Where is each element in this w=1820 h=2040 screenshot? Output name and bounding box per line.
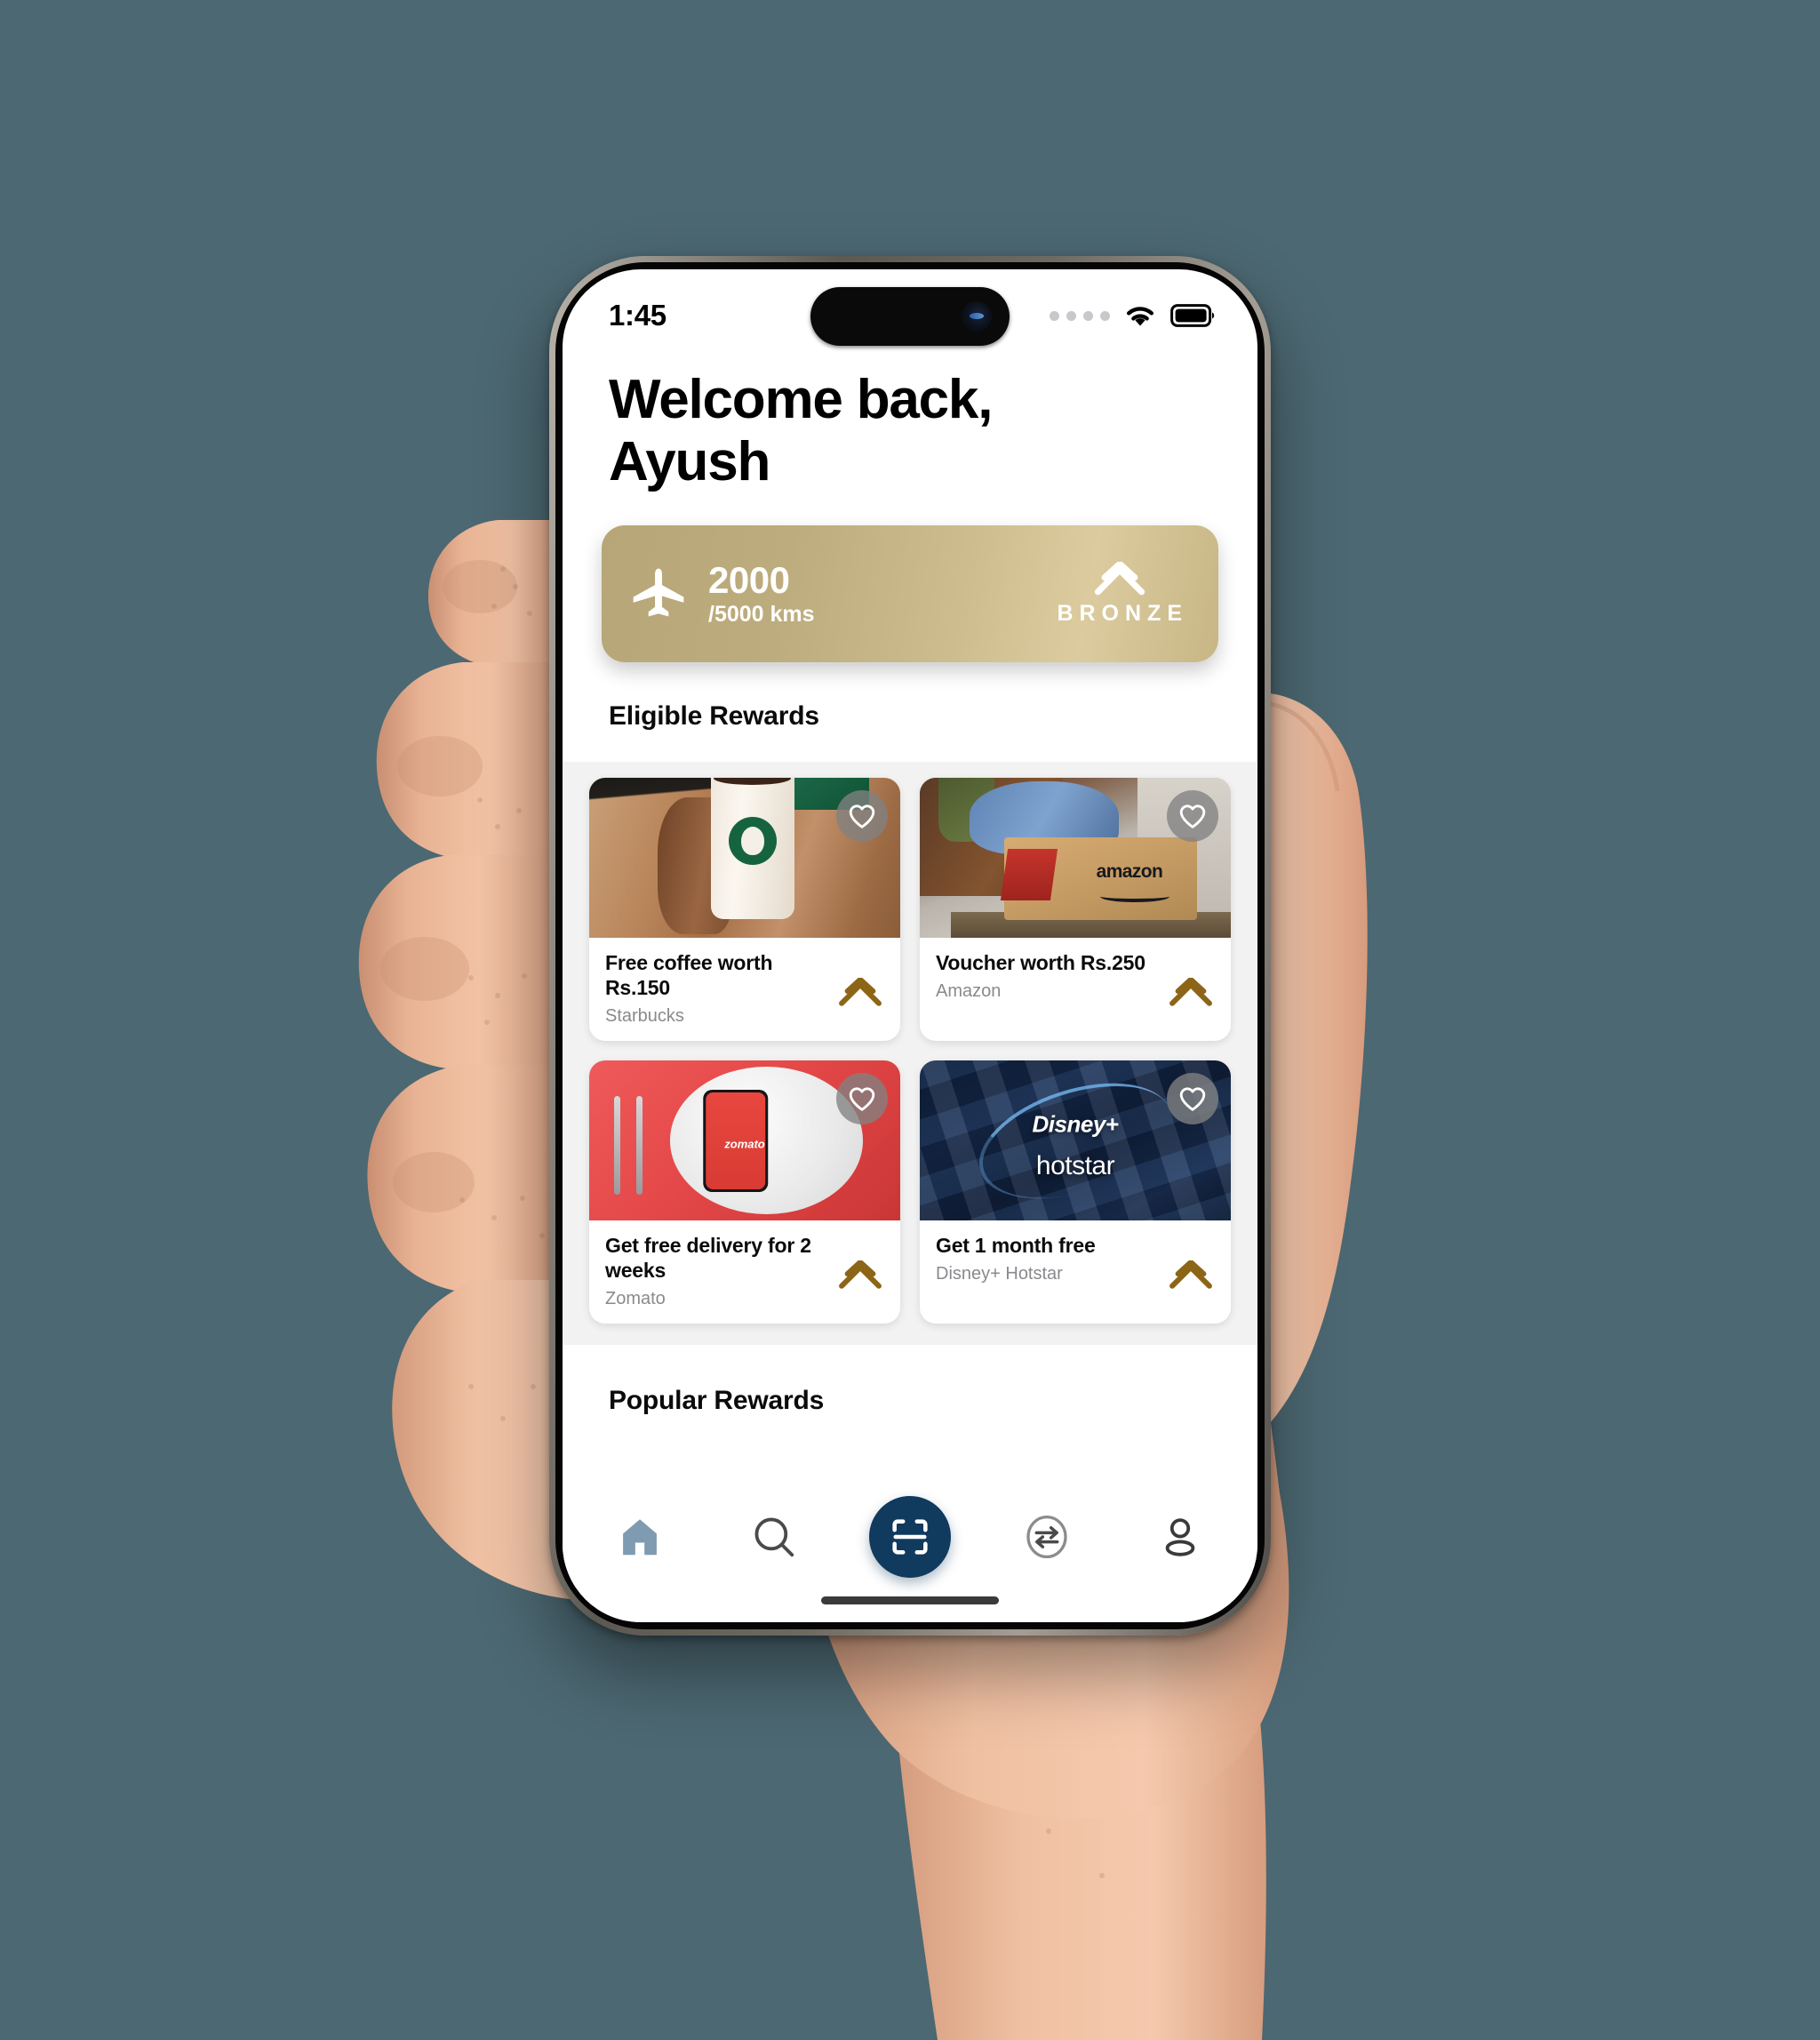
tier-progress-card[interactable]: 2000 /5000 kms BRONZE	[602, 525, 1218, 663]
reward-brand: Starbucks	[605, 1006, 684, 1027]
reward-title: Voucher worth Rs.250	[936, 951, 1145, 975]
eligible-rewards-area: Free coffee worth Rs.150 Starbucks amazo…	[563, 762, 1257, 1346]
status-bar-clock: 1:45	[609, 299, 667, 332]
reward-brand: Disney+ Hotstar	[936, 1264, 1063, 1284]
page-title: Welcome back, Ayush	[563, 346, 1257, 493]
reward-title: Get free delivery for 2 weeks	[605, 1234, 811, 1283]
cellular-dots-icon	[1050, 310, 1110, 321]
tier-kms-earned: 2000	[708, 558, 790, 601]
reward-card-zomato[interactable]: zomato Get free delivery for 2 weeks Zom…	[589, 1060, 900, 1324]
phone-screen: 1:45 Welcome back, Ayush 2000 /5000 kms …	[563, 269, 1257, 1622]
reward-brand: Zomato	[605, 1289, 666, 1309]
favorite-heart-icon[interactable]	[1167, 790, 1218, 843]
greeting-line-1: Welcome back,	[609, 369, 993, 430]
tier-kms-total: /5000 kms	[708, 601, 815, 627]
status-bar: 1:45	[563, 269, 1257, 346]
reward-card-body: Free coffee worth Rs.150 Starbucks	[589, 938, 900, 1041]
front-camera-icon	[962, 301, 992, 332]
scan-qr-icon	[892, 1519, 928, 1555]
hotstar-wordmark: hotstar	[1035, 1150, 1115, 1180]
amazon-wordmark: amazon	[1096, 861, 1163, 882]
reward-card-disney-hotstar[interactable]: Disney+ hotstar Get 1 month free Disney+…	[920, 1060, 1231, 1324]
nav-item-transfer[interactable]	[1009, 1499, 1085, 1575]
wifi-icon	[1127, 307, 1153, 326]
reward-card-body: Voucher worth Rs.250 Amazon	[920, 938, 1231, 1041]
tier-card-container: 2000 /5000 kms BRONZE	[563, 493, 1257, 663]
section-title-popular: Popular Rewards	[563, 1345, 1257, 1460]
chevron-up-double-icon[interactable]	[1167, 1260, 1215, 1291]
reward-thumbnail: zomato	[589, 1060, 900, 1221]
favorite-heart-icon[interactable]	[836, 1073, 888, 1125]
dynamic-island	[810, 287, 1010, 346]
rewards-grid: Free coffee worth Rs.150 Starbucks amazo…	[589, 778, 1231, 1324]
nav-item-search[interactable]	[736, 1499, 812, 1575]
chevron-up-double-icon[interactable]	[836, 978, 884, 1008]
nav-item-profile[interactable]	[1142, 1499, 1218, 1575]
person-icon	[1165, 1518, 1195, 1556]
reward-title: Get 1 month free	[936, 1234, 1096, 1258]
transfer-swap-icon	[1026, 1515, 1067, 1559]
disney-wordmark: Disney+	[1032, 1110, 1119, 1138]
favorite-heart-icon[interactable]	[1167, 1073, 1218, 1125]
tier-badge: BRONZE	[1050, 561, 1188, 627]
app-content: Welcome back, Ayush 2000 /5000 kms BRONZ…	[563, 346, 1257, 1622]
nav-item-scan[interactable]	[869, 1496, 951, 1578]
reward-card-starbucks[interactable]: Free coffee worth Rs.150 Starbucks	[589, 778, 900, 1042]
zomato-wordmark: zomato	[724, 1137, 765, 1151]
favorite-heart-icon[interactable]	[836, 790, 888, 843]
tier-label: BRONZE	[1057, 600, 1188, 626]
greeting-line-2: Ayush	[609, 431, 770, 493]
home-indicator[interactable]	[563, 1578, 1257, 1622]
airplane-icon	[633, 568, 684, 617]
reward-brand: Amazon	[936, 981, 1002, 1002]
nav-item-home[interactable]	[602, 1499, 678, 1575]
reward-card-body: Get free delivery for 2 weeks Zomato	[589, 1220, 900, 1324]
reward-card-amazon[interactable]: amazon Voucher worth Rs.250 Amazon	[920, 778, 1231, 1042]
tier-kms: 2000 /5000 kms	[708, 558, 815, 628]
reward-thumbnail: amazon	[920, 778, 1231, 939]
iphone-device: 1:45 Welcome back, Ayush 2000 /5000 kms …	[549, 256, 1271, 1636]
chevron-up-double-icon[interactable]	[1167, 978, 1215, 1008]
chevron-up-double-icon[interactable]	[836, 1260, 884, 1291]
bottom-navigation-bar	[563, 1478, 1257, 1578]
reward-card-body: Get 1 month free Disney+ Hotstar	[920, 1220, 1231, 1324]
reward-thumbnail: Disney+ hotstar	[920, 1060, 1231, 1221]
reward-thumbnail	[589, 778, 900, 939]
chevron-up-double-icon	[1094, 561, 1145, 595]
reward-title: Free coffee worth Rs.150	[605, 951, 773, 1000]
section-title-eligible: Eligible Rewards	[563, 662, 1257, 763]
battery-full-icon	[1170, 304, 1215, 327]
status-bar-indicators	[1050, 302, 1215, 329]
home-icon	[623, 1519, 657, 1556]
search-icon	[754, 1517, 794, 1557]
